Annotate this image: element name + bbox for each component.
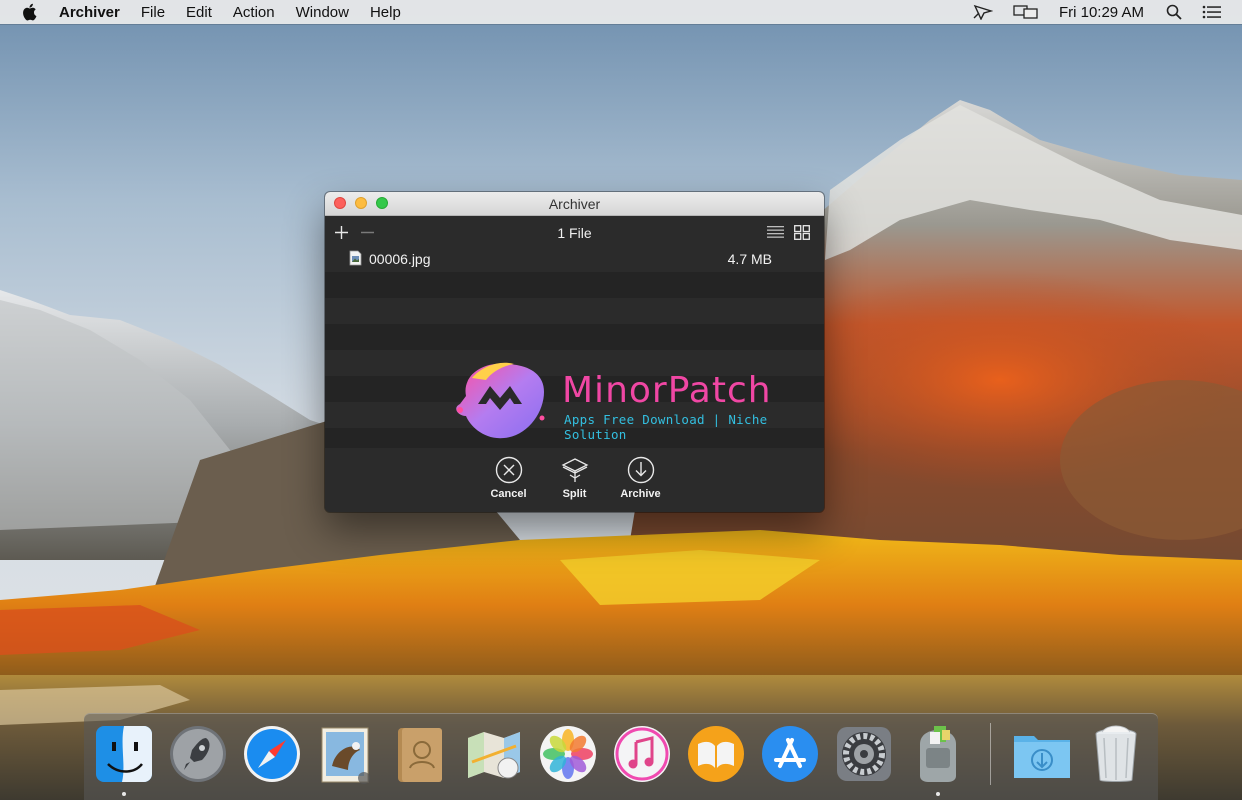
split-label: Split xyxy=(562,488,587,500)
running-indicator xyxy=(936,792,940,796)
menu-edit[interactable]: Edit xyxy=(186,4,212,21)
file-count-label: 1 File xyxy=(557,225,592,241)
list-view-icon xyxy=(767,226,784,238)
file-row[interactable]: 00006.jpg 4.7 MB xyxy=(325,246,824,272)
trash-icon[interactable] xyxy=(1084,722,1148,786)
archiver-icon[interactable] xyxy=(906,722,970,786)
mail-icon[interactable] xyxy=(314,722,378,786)
file-size: 4.7 MB xyxy=(727,251,772,267)
image-file-icon xyxy=(349,250,362,269)
dock-separator xyxy=(990,723,991,785)
menu-app-name[interactable]: Archiver xyxy=(59,4,120,21)
menu-file[interactable]: File xyxy=(141,4,165,21)
grid-view-button[interactable] xyxy=(794,225,810,245)
cancel-icon xyxy=(495,456,522,484)
apple-menu-icon[interactable] xyxy=(21,3,41,21)
minorpatch-logo-icon xyxy=(456,362,545,439)
grid-view-icon xyxy=(794,225,810,240)
archiver-window: Archiver 1 File 00006.jpg 4.7 MB Cancel … xyxy=(325,192,824,512)
finder-icon[interactable] xyxy=(92,722,156,786)
dock xyxy=(84,713,1158,800)
window-toolbar: 1 File xyxy=(325,216,824,246)
menu-help[interactable]: Help xyxy=(370,4,401,21)
airplay-display-icon[interactable] xyxy=(1013,4,1039,20)
empty-row xyxy=(325,272,824,298)
downloads-folder-icon[interactable] xyxy=(1010,722,1074,786)
cursor-tool-icon[interactable] xyxy=(973,4,993,20)
ibooks-icon[interactable] xyxy=(684,722,748,786)
window-titlebar[interactable]: Archiver xyxy=(325,192,824,216)
menu-bar: Archiver File Edit Action Window Help Fr… xyxy=(0,0,1242,24)
menubar-clock[interactable]: Fri 10:29 AM xyxy=(1059,4,1144,21)
safari-icon[interactable] xyxy=(240,722,304,786)
watermark-title: MinorPatch xyxy=(562,370,772,411)
empty-row xyxy=(325,324,824,350)
minorpatch-watermark: MinorPatch Apps Free Download | Niche So… xyxy=(452,358,797,442)
itunes-icon[interactable] xyxy=(610,722,674,786)
photos-icon[interactable] xyxy=(536,722,600,786)
spotlight-search-icon[interactable] xyxy=(1166,4,1182,20)
split-icon xyxy=(561,458,588,482)
menu-window[interactable]: Window xyxy=(296,4,349,21)
notification-center-icon[interactable] xyxy=(1202,4,1222,20)
menu-action[interactable]: Action xyxy=(233,4,275,21)
launchpad-icon[interactable] xyxy=(166,722,230,786)
watermark-subtitle: Apps Free Download | Niche Solution xyxy=(564,412,768,442)
cancel-button[interactable]: Cancel xyxy=(486,448,532,512)
file-name: 00006.jpg xyxy=(369,251,431,267)
maps-icon[interactable] xyxy=(462,722,526,786)
running-indicator xyxy=(122,792,126,796)
action-bar: Cancel Split Archive xyxy=(325,448,824,512)
window-title: Archiver xyxy=(548,196,601,212)
split-button[interactable]: Split xyxy=(552,448,598,512)
system-preferences-icon[interactable] xyxy=(832,722,896,786)
archive-button[interactable]: Archive xyxy=(618,448,664,512)
download-circle-icon xyxy=(627,456,654,484)
archive-label: Archive xyxy=(620,488,661,500)
cancel-label: Cancel xyxy=(490,488,527,500)
contacts-icon[interactable] xyxy=(388,722,452,786)
list-view-button[interactable] xyxy=(767,225,784,244)
app-store-icon[interactable] xyxy=(758,722,822,786)
empty-row xyxy=(325,298,824,324)
